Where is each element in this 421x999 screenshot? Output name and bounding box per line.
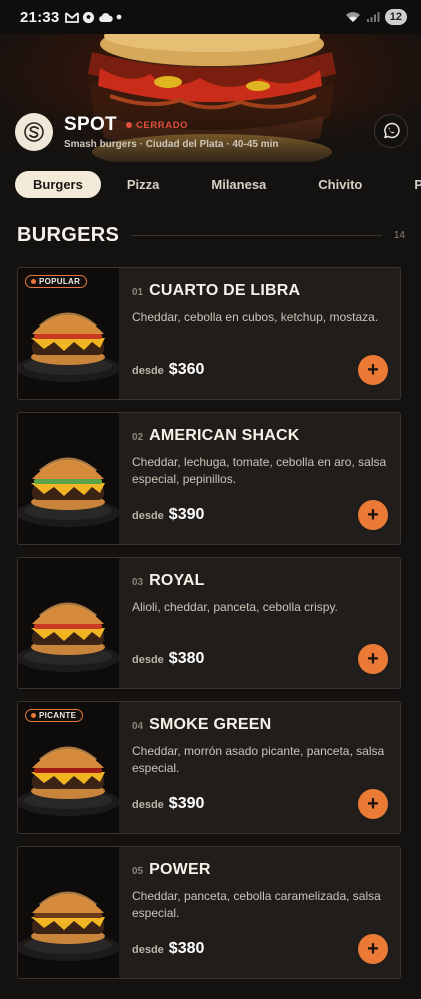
- product-badge: POPULAR: [25, 275, 88, 288]
- product-number: 02: [132, 432, 144, 443]
- product-price: $380: [168, 650, 205, 667]
- tab-milanesa[interactable]: Milanesa: [193, 171, 284, 198]
- plus-icon: +: [367, 793, 379, 815]
- tab-burgers[interactable]: Burgers: [15, 170, 101, 198]
- product-image: PICANTE: [18, 702, 119, 833]
- product-info: 05 POWER Cheddar, panceta, cebolla caram…: [132, 847, 388, 978]
- burger-image-icon: [18, 891, 119, 961]
- add-to-cart-button[interactable]: +: [358, 644, 388, 674]
- add-to-cart-button[interactable]: +: [358, 355, 388, 385]
- product-description: Cheddar, lechuga, tomate, cebolla en aro…: [132, 455, 387, 486]
- product-number: 01: [132, 287, 144, 298]
- product-description: Cheddar, morrón asado picante, panceta, …: [132, 744, 385, 775]
- section-header: BURGERS 14: [17, 222, 405, 248]
- product-info: 04 SMOKE GREEN Cheddar, morrón asado pic…: [132, 702, 388, 833]
- section-divider: [131, 234, 382, 236]
- status-badge: CERRADO: [125, 119, 189, 131]
- section-title: BURGERS: [17, 223, 120, 246]
- soccer-ball-icon: [82, 11, 95, 24]
- product-description: Alioli, cheddar, panceta, cebolla crispy…: [132, 600, 338, 614]
- product-description: Cheddar, cebolla en cubos, ketchup, most…: [132, 310, 379, 324]
- product-name: POWER: [149, 861, 211, 878]
- plus-icon: +: [367, 359, 379, 381]
- product-image: [18, 847, 119, 978]
- status-dot-icon: [125, 122, 132, 128]
- restaurant-name: SPOT: [64, 114, 117, 135]
- product-price: $360: [168, 361, 205, 378]
- product-card-cuarto-de-libra[interactable]: POPULAR 01 CUARTO DE LIBRA Cheddar, cebo…: [17, 267, 401, 400]
- gmail-icon: [65, 11, 80, 23]
- cloud-icon: [98, 12, 114, 23]
- status-bar: 21:33 12: [0, 0, 421, 34]
- product-price: $390: [168, 795, 205, 812]
- price-prefix: desde: [132, 510, 164, 522]
- price-prefix: desde: [132, 365, 164, 377]
- price-prefix: desde: [132, 654, 164, 666]
- product-info: 02 AMERICAN SHACK Cheddar, lechuga, toma…: [132, 413, 388, 544]
- product-price: $380: [168, 940, 205, 957]
- product-name: AMERICAN SHACK: [149, 427, 300, 444]
- product-image: [18, 413, 119, 544]
- status-time: 21:33: [20, 8, 60, 26]
- restaurant-subtitle: Smash burgers · Ciudad del Plata · 40-45…: [64, 139, 279, 150]
- product-badge: PICANTE: [25, 709, 84, 722]
- product-number: 03: [132, 577, 144, 588]
- product-image: POPULAR: [18, 268, 119, 399]
- whatsapp-button[interactable]: [374, 114, 408, 148]
- product-info: 03 ROYAL Alioli, cheddar, panceta, cebol…: [132, 558, 388, 688]
- tab-chivito[interactable]: Chivito: [300, 171, 380, 198]
- restaurant-header: SPOT CERRADO Smash burgers · Ciudad del …: [8, 104, 408, 160]
- spot-logo-icon: [15, 113, 53, 151]
- product-name: SMOKE GREEN: [149, 716, 272, 733]
- add-to-cart-button[interactable]: +: [358, 789, 388, 819]
- product-card-power[interactable]: 05 POWER Cheddar, panceta, cebolla caram…: [17, 846, 401, 979]
- restaurant-info: SPOT CERRADO Smash burgers · Ciudad del …: [64, 114, 279, 150]
- product-name: ROYAL: [149, 572, 205, 589]
- product-info: 01 CUARTO DE LIBRA Cheddar, cebolla en c…: [132, 268, 388, 399]
- burger-image-icon: [18, 457, 119, 527]
- plus-icon: +: [367, 504, 379, 526]
- price-prefix: desde: [132, 944, 164, 956]
- section-count: 14: [393, 229, 405, 241]
- plus-icon: +: [367, 648, 379, 670]
- badge-label: PICANTE: [39, 711, 77, 720]
- product-price: $390: [168, 506, 205, 523]
- dot-icon: [116, 14, 122, 20]
- product-card-royal[interactable]: 03 ROYAL Alioli, cheddar, panceta, cebol…: [17, 557, 401, 689]
- whatsapp-icon: [384, 122, 400, 139]
- badge-dot-icon: [31, 279, 36, 284]
- category-tabs: Burgers Pizza Milanesa Chivito Postres: [0, 166, 421, 202]
- price-prefix: desde: [132, 799, 164, 811]
- badge-label: POPULAR: [39, 277, 81, 286]
- burger-image-icon: [18, 602, 119, 672]
- product-card-smoke-green[interactable]: PICANTE 04 SMOKE GREEN Cheddar, morrón a…: [17, 701, 401, 834]
- wifi-icon: [345, 11, 361, 23]
- product-number: 05: [132, 866, 144, 877]
- status-label: CERRADO: [135, 119, 189, 131]
- badge-dot-icon: [31, 713, 36, 718]
- tab-postres[interactable]: Postres: [396, 171, 421, 198]
- add-to-cart-button[interactable]: +: [358, 500, 388, 530]
- tab-pizza[interactable]: Pizza: [109, 171, 178, 198]
- plus-icon: +: [367, 938, 379, 960]
- add-to-cart-button[interactable]: +: [358, 934, 388, 964]
- product-name: CUARTO DE LIBRA: [149, 282, 301, 299]
- notification-icons: [65, 11, 122, 24]
- product-image: [18, 558, 119, 688]
- product-number: 04: [132, 721, 144, 732]
- product-card-american-shack[interactable]: 02 AMERICAN SHACK Cheddar, lechuga, toma…: [17, 412, 401, 545]
- product-description: Cheddar, panceta, cebolla caramelizada, …: [132, 889, 381, 920]
- battery-indicator: 12: [384, 9, 407, 25]
- signal-icon: [366, 11, 380, 23]
